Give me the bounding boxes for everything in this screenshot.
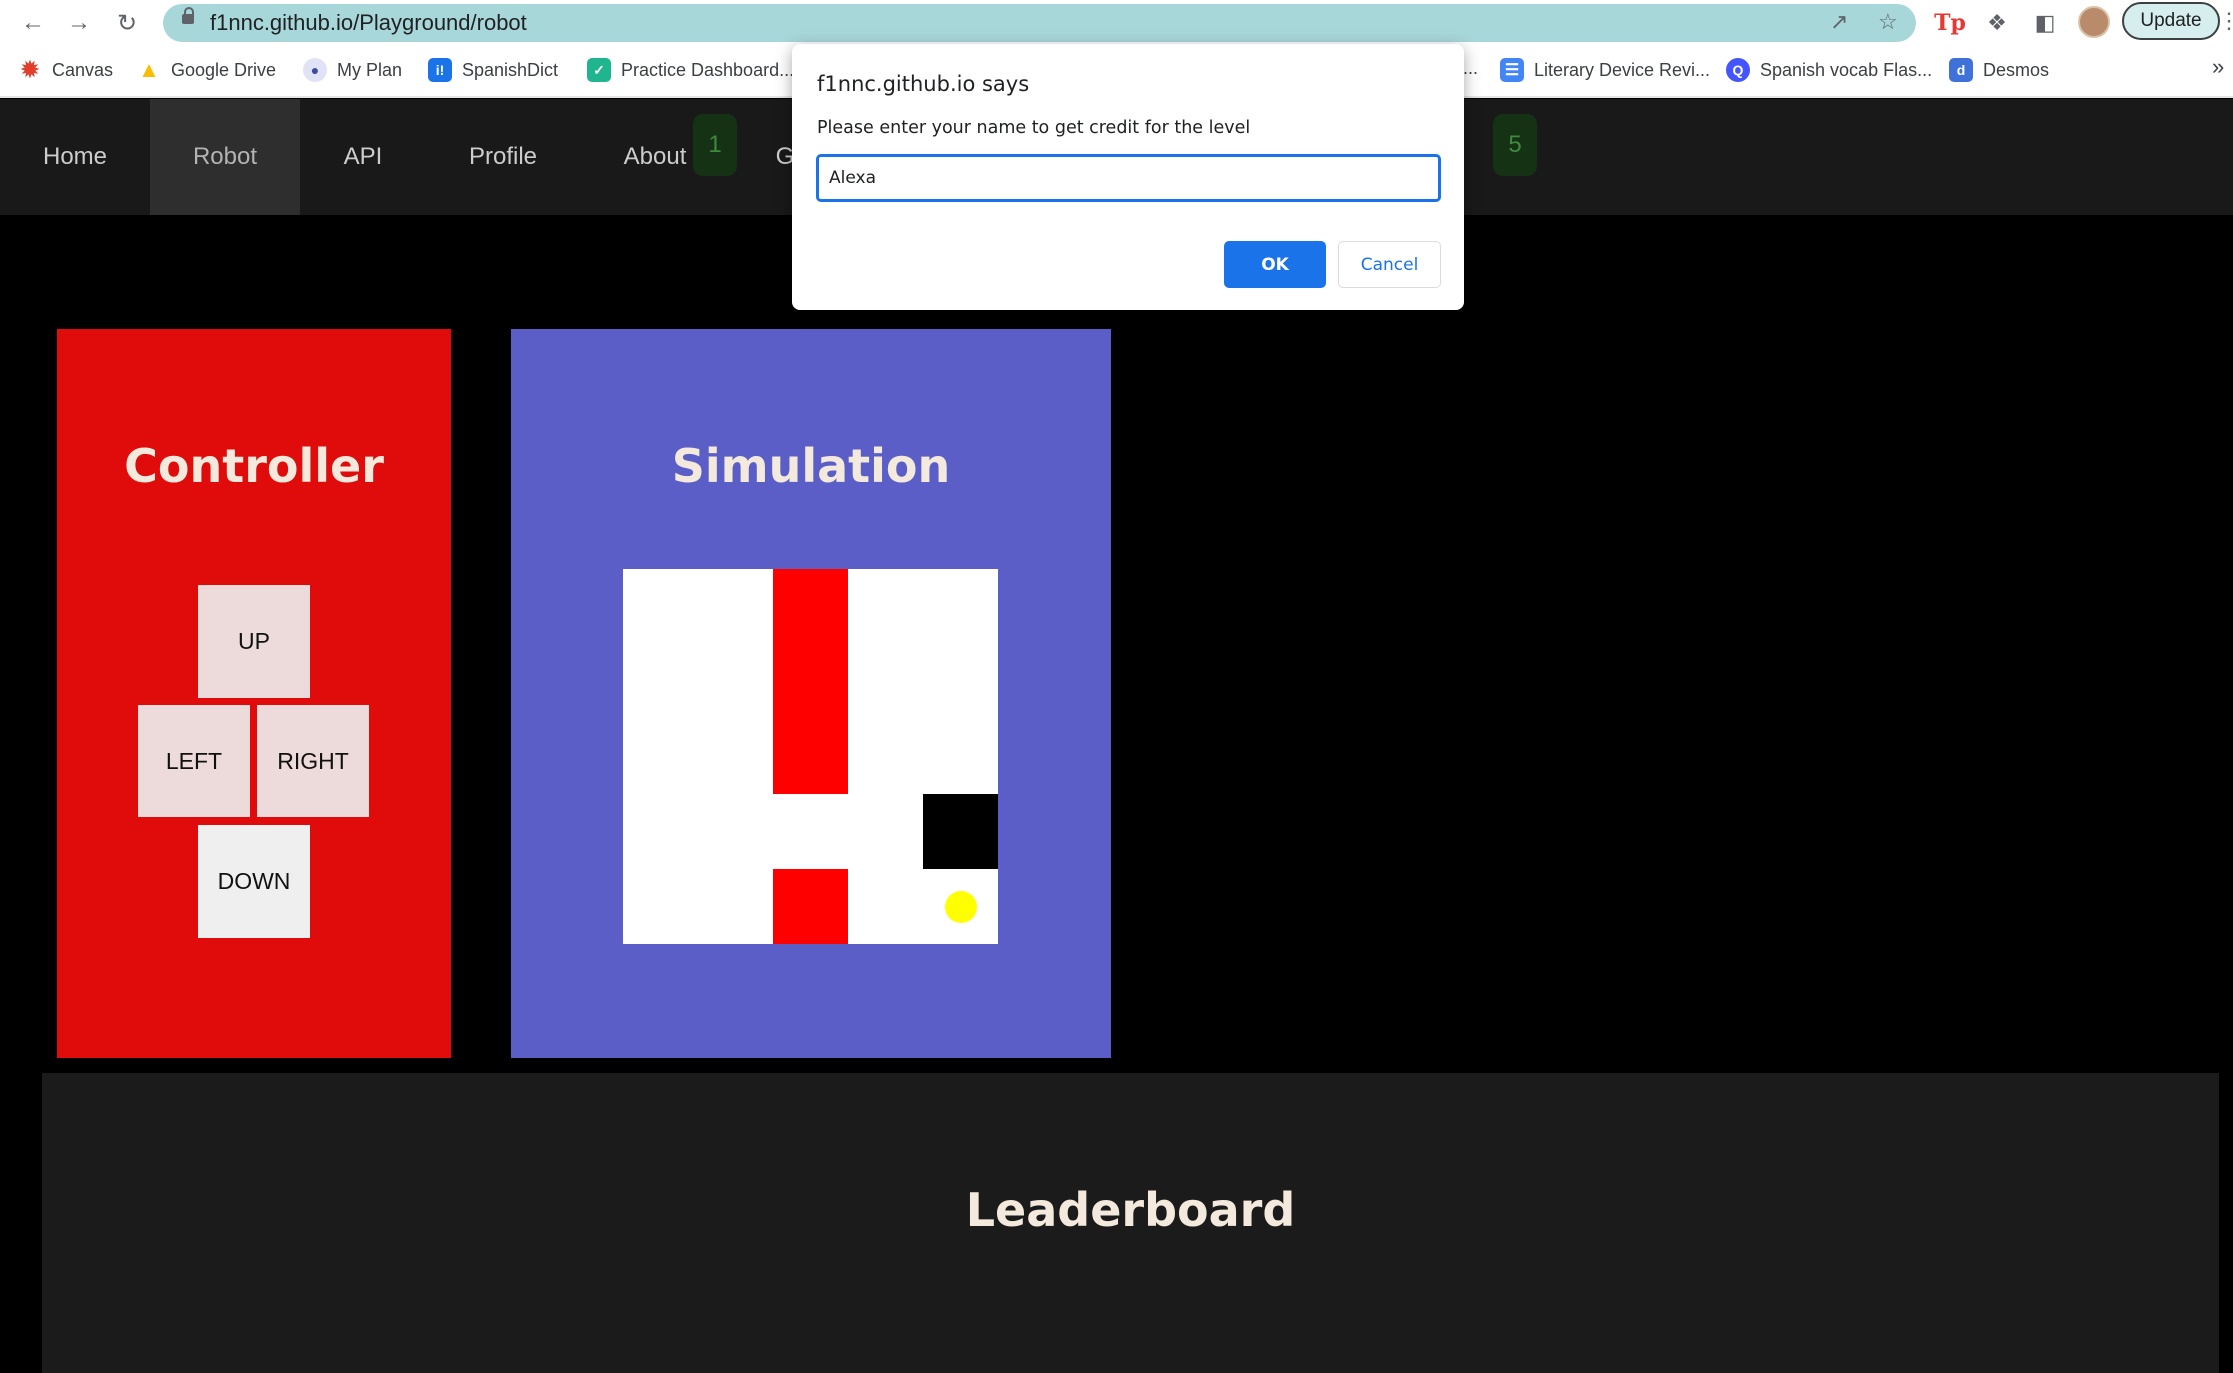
url-text[interactable]: f1nnc.github.io/Playground/robot (210, 10, 527, 36)
controller-panel: Controller UP LEFT RIGHT DOWN (57, 329, 451, 1058)
bookmark-google-drive[interactable]: ▲ Google Drive (137, 57, 277, 82)
left-button[interactable]: LEFT (138, 705, 250, 817)
side-panel-icon[interactable]: ◧ (2028, 6, 2062, 40)
bookmark-label: Canvas (52, 59, 114, 80)
docs-icon: ☰ (1500, 58, 1524, 82)
goal-block (923, 794, 998, 869)
reload-icon[interactable]: ↻ (112, 8, 142, 38)
browser-toolbar: ← → ↻ f1nnc.github.io/Playground/robot ↗… (0, 0, 2233, 44)
quizlet-icon: Q (1726, 58, 1750, 82)
bookmark-star-icon[interactable]: ☆ (1878, 9, 1898, 35)
wall-top (773, 569, 848, 794)
simulation-panel: Simulation (511, 329, 1111, 1058)
dialog-title: f1nnc.github.io says (817, 72, 1030, 96)
bookmark-spanishdict[interactable]: i! SpanishDict (428, 58, 558, 82)
my-plan-icon: ● (303, 58, 327, 82)
wall-bottom (773, 869, 848, 944)
spanishdict-icon: i! (428, 58, 452, 82)
bookmark-label: ... (1463, 58, 1479, 78)
bookmark-canvas[interactable]: ✹ Canvas (18, 57, 114, 82)
bookmark-label: Google Drive (171, 59, 277, 80)
canvas-icon: ✹ (18, 57, 42, 82)
bookmark-desmos[interactable]: d Desmos (1949, 58, 2049, 82)
cancel-button[interactable]: Cancel (1338, 241, 1441, 288)
level-pill-1[interactable]: 1 (693, 114, 737, 176)
right-button[interactable]: RIGHT (257, 705, 369, 817)
bookmark-label: Spanish vocab Flas... (1760, 59, 1933, 80)
bookmark-label: SpanishDict (462, 59, 559, 80)
google-drive-icon: ▲ (137, 57, 161, 82)
extensions-puzzle-icon[interactable]: ❖ (1980, 6, 2014, 40)
share-icon[interactable]: ↗ (1830, 9, 1848, 35)
desmos-icon: d (1949, 58, 1973, 82)
bookmark-literary-device[interactable]: ☰ Literary Device Revi... (1500, 58, 1710, 82)
bookmark-hidden-ellipsis[interactable]: ... (1463, 58, 1478, 79)
simulation-grid (623, 569, 998, 944)
name-input[interactable] (816, 154, 1441, 202)
bookmark-label: Literary Device Revi... (1534, 59, 1711, 80)
bookmark-label: Practice Dashboard... (621, 59, 795, 80)
controller-title: Controller (124, 439, 384, 493)
bookmarks-overflow-icon[interactable]: » (2212, 54, 2224, 80)
nav-robot[interactable]: Robot (150, 99, 300, 215)
bookmark-spanish-vocab[interactable]: Q Spanish vocab Flas... (1726, 58, 1932, 82)
teacherspet-extension-icon[interactable]: Tp (1933, 6, 1967, 40)
profile-avatar[interactable] (2078, 6, 2110, 38)
forward-icon[interactable]: → (64, 8, 94, 38)
robot-dot (945, 891, 977, 923)
bookmark-label: Desmos (1983, 59, 2050, 80)
practice-dashboard-icon: ✓ (587, 58, 611, 82)
dialog-message: Please enter your name to get credit for… (817, 118, 1251, 138)
back-icon[interactable]: ← (18, 8, 48, 38)
menu-kebab-icon[interactable]: ⋮ (2218, 8, 2233, 34)
level-pill-5[interactable]: 5 (1493, 114, 1537, 176)
bookmark-practice-dashboard[interactable]: ✓ Practice Dashboard... (587, 58, 794, 82)
lock-icon[interactable] (182, 7, 194, 24)
nav-api[interactable]: API (300, 99, 426, 215)
down-button[interactable]: DOWN (198, 825, 310, 938)
nav-home[interactable]: Home (0, 99, 150, 215)
bookmark-my-plan[interactable]: ● My Plan (303, 58, 402, 82)
nav-profile[interactable]: Profile (426, 99, 580, 215)
leaderboard-title: Leaderboard (965, 1183, 1296, 1237)
ok-button[interactable]: OK (1224, 241, 1326, 288)
up-button[interactable]: UP (198, 585, 310, 698)
prompt-dialog: f1nnc.github.io says Please enter your n… (792, 44, 1464, 310)
leaderboard-panel: Leaderboard (42, 1073, 2219, 1373)
bookmark-label: My Plan (337, 59, 403, 80)
update-button[interactable]: Update (2122, 2, 2220, 40)
simulation-title: Simulation (671, 439, 951, 493)
